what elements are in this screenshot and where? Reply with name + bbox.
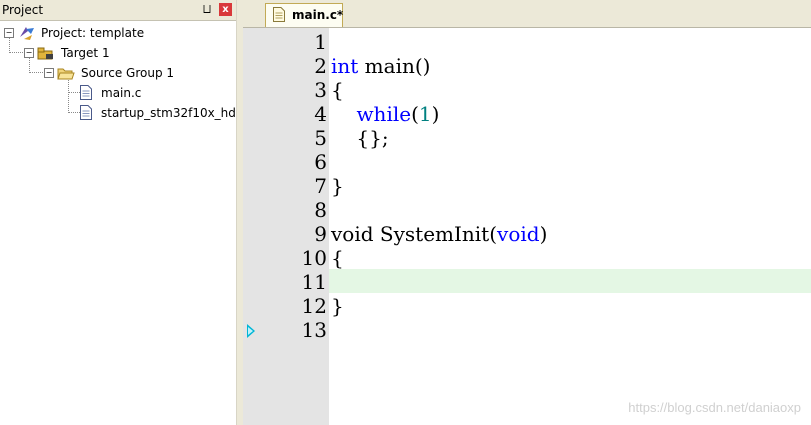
code-line: { bbox=[331, 78, 344, 102]
tab-main-c[interactable]: main.c* bbox=[265, 3, 343, 27]
line-number: 10 bbox=[301, 246, 327, 270]
line-number: 5 bbox=[314, 126, 327, 150]
file-icon bbox=[80, 105, 92, 120]
line-number: 2 bbox=[314, 54, 327, 78]
code-line: } bbox=[331, 174, 344, 198]
tab-label: main.c* bbox=[292, 8, 344, 22]
code-line: void SystemInit(void) bbox=[331, 222, 548, 246]
line-number: 8 bbox=[314, 198, 327, 222]
file-icon bbox=[273, 7, 285, 22]
line-number: 3 bbox=[314, 78, 327, 102]
project-panel: Project ⨆ x − Project: template − Target… bbox=[0, 0, 246, 425]
group-label: Source Group 1 bbox=[81, 66, 175, 80]
target-label: Target 1 bbox=[61, 46, 110, 60]
tree-item-source-group[interactable]: − Source Group 1 bbox=[0, 64, 236, 82]
target-icon bbox=[37, 47, 53, 60]
code-line: int main() bbox=[331, 54, 431, 78]
pin-icon[interactable]: ⨆ bbox=[201, 4, 213, 16]
line-number: 6 bbox=[314, 150, 327, 174]
code-line: { bbox=[331, 246, 344, 270]
watermark: https://blog.csdn.net/daniaoxp bbox=[628, 400, 801, 415]
collapse-toggle-icon[interactable]: − bbox=[4, 28, 14, 38]
close-icon[interactable]: x bbox=[219, 3, 232, 16]
collapse-toggle-icon[interactable]: − bbox=[24, 48, 34, 58]
code-line: } bbox=[331, 294, 344, 318]
code-editor: main.c* 1 2 3 4 5 6 7 8 9 10 11 12 13 in… bbox=[243, 0, 811, 425]
folder-open-icon bbox=[57, 68, 75, 80]
line-number-gutter[interactable]: 1 2 3 4 5 6 7 8 9 10 11 12 13 bbox=[243, 28, 329, 425]
project-icon bbox=[20, 27, 34, 40]
line-number: 11 bbox=[301, 270, 327, 294]
line-number: 1 bbox=[314, 30, 327, 54]
tree-item-target[interactable]: − Target 1 bbox=[0, 44, 236, 62]
tree-item-file[interactable]: startup_stm32f10x_hd.s bbox=[0, 104, 246, 122]
tree-item-file[interactable]: main.c bbox=[0, 84, 236, 102]
line-number: 13 bbox=[301, 318, 327, 342]
code-line: while(1) bbox=[356, 102, 440, 126]
tree-item-project[interactable]: − Project: template bbox=[0, 24, 236, 42]
code-line: {}; bbox=[331, 126, 389, 150]
line-number: 7 bbox=[314, 174, 327, 198]
current-line-highlight bbox=[329, 269, 811, 293]
project-label: Project: template bbox=[41, 26, 145, 40]
editor-tab-bar: main.c* bbox=[243, 0, 811, 28]
collapse-toggle-icon[interactable]: − bbox=[44, 68, 54, 78]
file-label: startup_stm32f10x_hd.s bbox=[101, 106, 246, 120]
file-icon bbox=[80, 85, 92, 100]
project-panel-header: Project ⨆ x bbox=[0, 0, 236, 21]
file-label: main.c bbox=[101, 86, 142, 100]
line-number: 12 bbox=[301, 294, 327, 318]
code-text-area[interactable]: int main() { while(1) {}; } void SystemI… bbox=[329, 28, 811, 425]
line-number: 9 bbox=[314, 222, 327, 246]
line-number: 4 bbox=[314, 102, 327, 126]
panel-title: Project bbox=[2, 3, 44, 17]
